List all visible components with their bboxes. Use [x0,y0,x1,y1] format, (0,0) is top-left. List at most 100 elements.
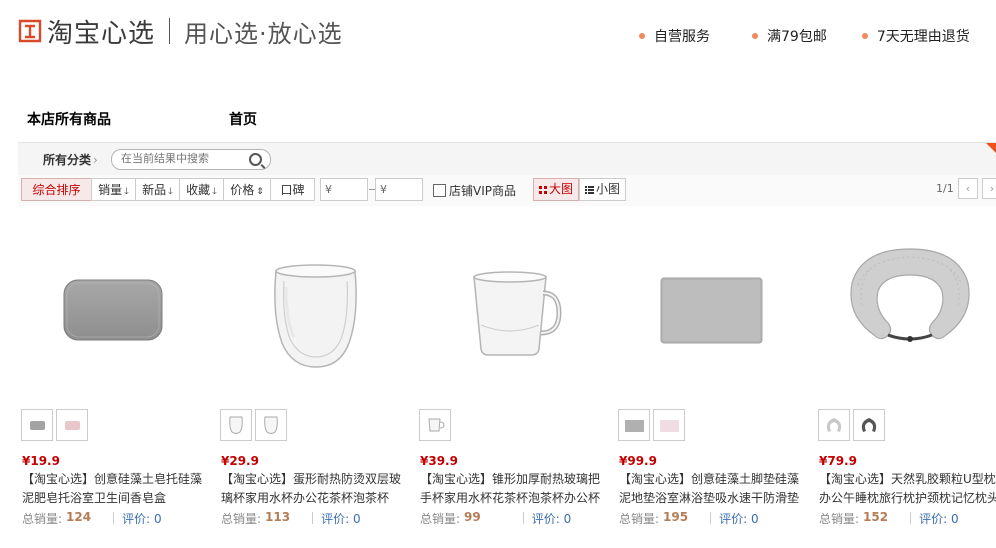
sort-reputation-label: 口碑 [280,183,305,197]
product-image[interactable] [618,225,808,395]
product-card[interactable]: ¥29.9 【淘宝心选】蛋形耐热防烫双层玻璃杯家用水杯办公花茶杯泡茶杯 总销量:… [220,225,410,548]
thumbnail[interactable] [818,409,850,441]
product-card[interactable]: ¥39.9 【淘宝心选】锥形加厚耐热玻璃把手杯家用水杯花茶杯泡茶杯办公杯 总销量… [419,225,609,548]
price-max-placeholder: ¥ [380,183,387,196]
thumbnail[interactable] [419,409,451,441]
result-search-input[interactable] [121,152,241,165]
product-title[interactable]: 【淘宝心选】创意硅藻土脚垫硅藻泥地垫浴室淋浴垫吸水速干防滑垫 [619,470,804,508]
sort-fav-button[interactable]: 收藏 🡓 [179,178,224,201]
vip-label: 店铺VIP商品 [449,184,516,198]
thumbnail[interactable] [21,409,53,441]
sort-price-button[interactable]: 价格 ⇕ [223,178,271,201]
product-image[interactable] [21,225,211,395]
thumbnail[interactable] [618,409,650,441]
stats-divider [910,512,912,524]
chevron-right-icon: › [93,153,98,167]
sort-price-label: 价格 [230,183,255,197]
thumbnail[interactable] [255,409,287,441]
sort-bar: 综合排序 销量 🡓 新品 🡓 收藏 🡓 价格 ⇕ 口碑 ¥ ¥ 店铺VIP商品 大图 小… [18,175,996,206]
service-label: 7天无理由退货 [876,29,970,45]
sales-count: 113 [265,510,291,524]
sales-count: 99 [464,510,481,524]
product-image[interactable] [818,225,996,395]
view-large-label: 大图 [548,182,573,196]
prev-page-button[interactable]: ‹ [958,178,978,199]
chevron-right-icon: › [989,182,995,195]
service-label: 自营服务 [654,29,710,45]
product-title[interactable]: 【淘宝心选】蛋形耐热防烫双层玻璃杯家用水杯办公花茶杯泡茶杯 [221,470,406,508]
product-title[interactable]: 【淘宝心选】创意硅藻土皂托硅藻泥肥皂托浴室卫生间香皂盒 [22,470,207,508]
logo-mark-icon [17,18,43,44]
sort-sales-label: 销量 [98,183,123,197]
product-stats: 总销量: 152 评价: 0 [819,510,959,527]
product-stats: 总销量: 113 评价: 0 [221,510,361,527]
shop-nav: 本店所有商品 首页 [27,109,257,129]
category-bar: 所有分类 › [18,142,996,175]
stats-divider [710,512,712,524]
price-max-input[interactable]: ¥ [375,178,423,201]
next-page-button[interactable]: › [982,178,996,199]
nav-all-products[interactable]: 本店所有商品 [27,109,111,129]
logo-divider [169,18,171,44]
service-self-operated: 自营服务 [639,26,710,46]
product-thumbnails [818,409,888,441]
service-promises: 自营服务 满79包邮 7天无理由退货 [639,26,970,46]
thumbnail[interactable] [653,409,685,441]
chevron-left-icon: ‹ [965,182,971,195]
product-card[interactable]: ¥79.9 【淘宝心选】天然乳胶颗粒U型枕办公午睡枕旅行枕护颈枕记忆枕头 总销量… [818,225,996,548]
sales-count: 195 [663,510,689,524]
stats-divider [522,512,524,524]
view-small-label: 小图 [595,182,620,196]
product-image[interactable] [220,225,410,395]
product-price: ¥19.9 [22,454,60,468]
review-count[interactable]: 评价: 0 [719,510,759,527]
all-categories-link[interactable]: 所有分类 › [43,151,98,168]
product-thumbnails [419,409,454,441]
sort-new-button[interactable]: 新品 🡓 [135,178,180,201]
nav-home[interactable]: 首页 [229,109,257,129]
sales-label: 总销量: [619,512,660,526]
service-free-shipping: 满79包邮 [752,26,827,46]
thumbnail[interactable] [853,409,885,441]
arrow-down-icon: 🡓 [124,187,129,197]
review-count[interactable]: 评价: 0 [122,510,162,527]
view-large-button[interactable]: 大图 [533,178,579,201]
review-count[interactable]: 评价: 0 [532,510,572,527]
sales-count: 152 [863,510,889,524]
stats-divider [113,512,115,524]
sort-reputation-button[interactable]: 口碑 [270,178,315,201]
sort-fav-label: 收藏 [186,183,211,197]
search-icon[interactable] [249,153,262,166]
product-stats: 总销量: 99 评价: 0 [420,510,571,527]
thumbnail[interactable] [56,409,88,441]
product-price: ¥29.9 [221,454,259,468]
product-title[interactable]: 【淘宝心选】天然乳胶颗粒U型枕办公午睡枕旅行枕护颈枕记忆枕头 [819,470,996,508]
page-indicator: 1/1 [936,182,954,195]
vip-filter[interactable]: 店铺VIP商品 [433,182,516,199]
sales-count: 124 [66,510,92,524]
price-min-input[interactable]: ¥ [320,178,368,201]
sort-updown-icon: ⇕ [256,187,264,197]
sort-default-button[interactable]: 综合排序 [21,178,92,201]
brand-name: 淘宝心选 [47,18,156,49]
vip-checkbox[interactable] [433,184,446,197]
price-min-placeholder: ¥ [325,183,332,196]
product-card[interactable]: ¥19.9 【淘宝心选】创意硅藻土皂托硅藻泥肥皂托浴室卫生间香皂盒 总销量: 1… [21,225,211,548]
product-image[interactable] [419,225,609,395]
product-stats: 总销量: 124 评价: 0 [22,510,162,527]
list-view-icon [584,186,594,194]
product-price: ¥39.9 [420,454,458,468]
product-card[interactable]: ¥99.9 【淘宝心选】创意硅藻土脚垫硅藻泥地垫浴室淋浴垫吸水速干防滑垫 总销量… [618,225,808,548]
product-thumbnails [618,409,688,441]
arrow-down-icon: 🡓 [168,187,173,197]
sales-label: 总销量: [22,512,63,526]
product-title[interactable]: 【淘宝心选】锥形加厚耐热玻璃把手杯家用水杯花茶杯泡茶杯办公杯 [420,470,605,508]
view-small-button[interactable]: 小图 [579,178,626,201]
review-count[interactable]: 评价: 0 [321,510,361,527]
sort-new-label: 新品 [142,183,167,197]
review-count[interactable]: 评价: 0 [919,510,959,527]
sort-default-label: 综合排序 [32,183,81,197]
thumbnail[interactable] [220,409,252,441]
store-logo[interactable]: 淘宝心选 用心选·放心选 [17,14,343,49]
sort-sales-button[interactable]: 销量 🡓 [91,178,136,201]
